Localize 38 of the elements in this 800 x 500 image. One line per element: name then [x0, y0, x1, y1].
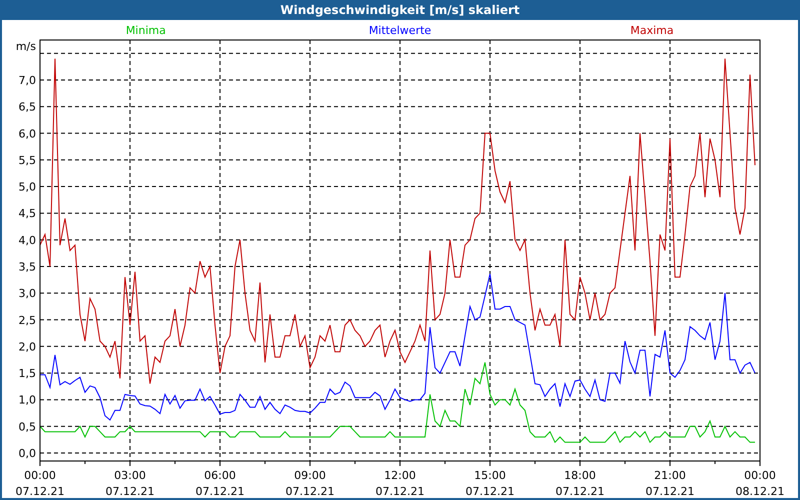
axis-tick-label: 03:00 — [114, 469, 146, 482]
axis-tick-label: 1,5 — [18, 367, 36, 380]
axis-tick-label: 5,5 — [18, 154, 36, 167]
legend-label: Minima — [126, 24, 166, 37]
axis-tick-label: 07.12.21 — [16, 485, 64, 498]
axis-tick-label: 07.12.21 — [196, 485, 244, 498]
axis-tick-label: 0,5 — [18, 420, 36, 434]
axis-tick-label: 12:00 — [384, 469, 416, 482]
axis-tick-label: 3,0 — [18, 287, 36, 300]
axis-tick-label: 4,0 — [18, 234, 36, 247]
axis-tick-label: 06:00 — [204, 469, 236, 482]
axis-tick-label: 07.12.21 — [286, 485, 334, 498]
axis-tick-label: 07.12.21 — [646, 485, 694, 498]
axis-tick-label: 08.12.21 — [736, 485, 784, 498]
axis-tick-label: 21:00 — [654, 469, 686, 482]
axis-tick-label: 1,0 — [18, 394, 36, 407]
axis-tick-label: 00:00 — [744, 469, 776, 482]
axis-tick-label: 3,5 — [18, 260, 36, 274]
axis-tick-label: 4,5 — [18, 207, 36, 220]
axis-tick-label: 15:00 — [474, 469, 506, 482]
axis-tick-label: 07.12.21 — [466, 485, 514, 498]
axis-tick-label: 07.12.21 — [376, 485, 424, 498]
window-title: Windgeschwindigkeit [m/s] skaliert — [0, 0, 800, 20]
axis-label: m/s — [16, 40, 36, 53]
axis-tick-label: 2,5 — [18, 314, 36, 327]
axis-tick-label: 0,0 — [18, 447, 36, 460]
axis-tick-label: 00:00 — [24, 469, 56, 482]
axis-tick-label: 6,0 — [18, 127, 36, 140]
axis-tick-label: 2,0 — [18, 340, 36, 354]
axis-tick-label: 07.12.21 — [556, 485, 604, 498]
axis-tick-label: 07.12.21 — [106, 485, 154, 498]
axis-tick-label: 7,0 — [18, 74, 36, 87]
axis-tick-label: 5,0 — [18, 180, 36, 194]
axis-tick-label: 6,5 — [18, 100, 36, 114]
legend-label: Maxima — [630, 24, 674, 37]
legend-label: Mittelwerte — [368, 24, 432, 37]
axis-tick-label: 09:00 — [294, 469, 326, 482]
axis-tick-label: 18:00 — [564, 469, 596, 482]
